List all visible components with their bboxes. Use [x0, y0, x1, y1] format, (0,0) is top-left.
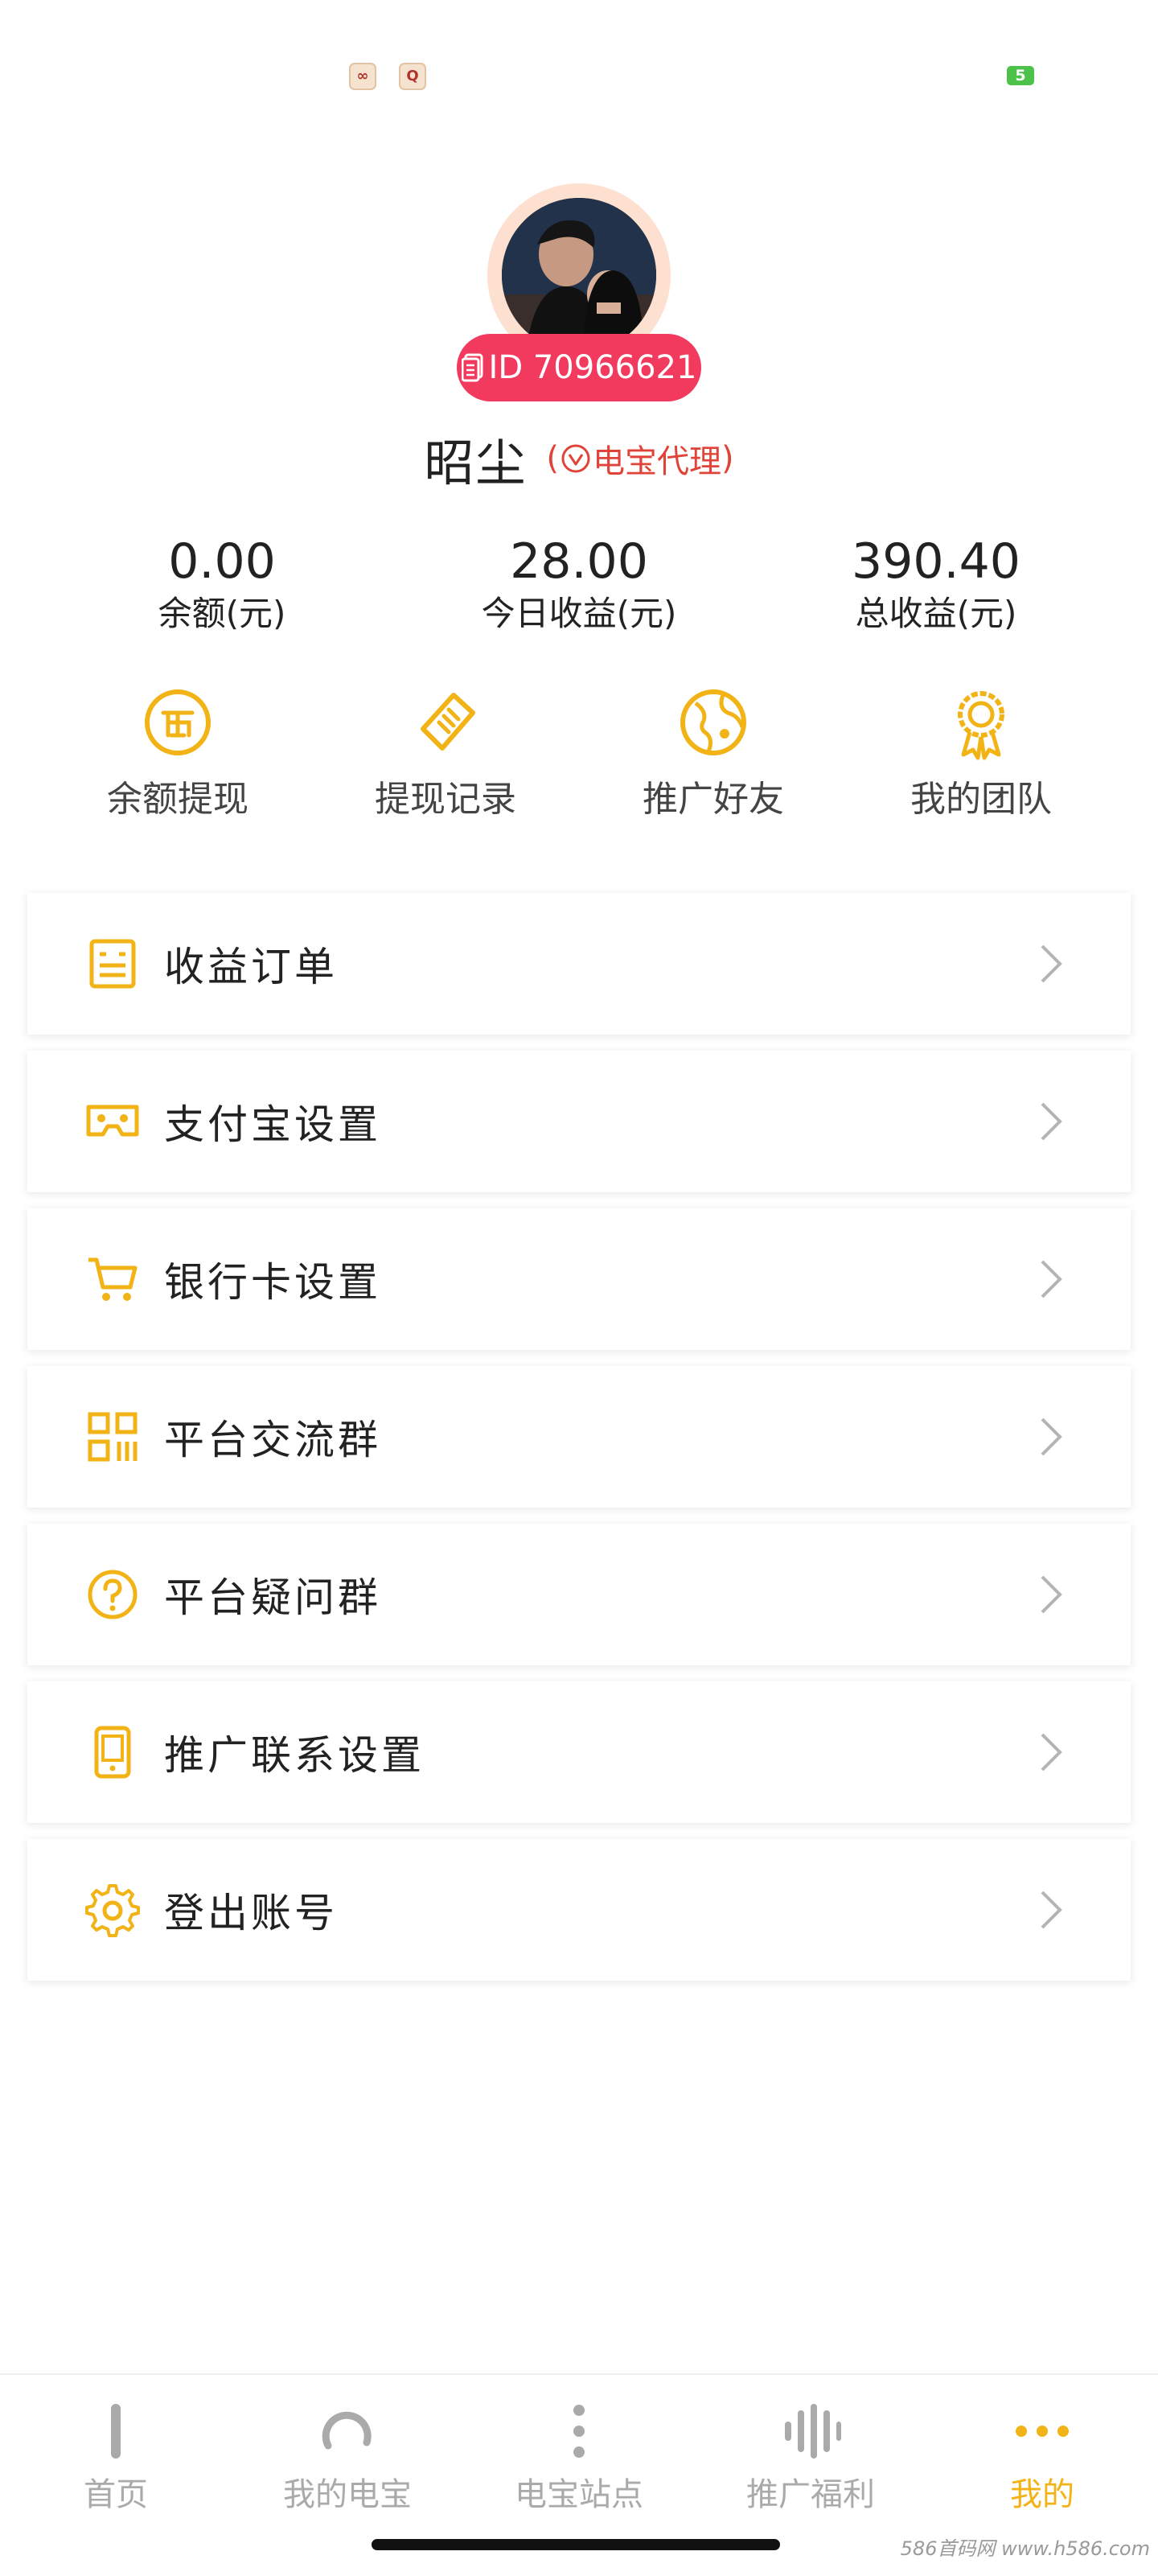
menu-label: 银行卡设置 — [164, 1259, 381, 1306]
document-icon — [461, 353, 483, 382]
stat-total-earnings[interactable]: 390.40 总收益(元) — [759, 531, 1113, 636]
home-indicator[interactable] — [372, 2539, 780, 2550]
menu-label: 支付宝设置 — [164, 1101, 381, 1148]
gear-icon — [85, 1884, 140, 1937]
user-id-text: ID 70966621 — [488, 349, 697, 386]
stat-today-earnings[interactable]: 28.00 今日收益(元) — [402, 531, 756, 636]
action-label: 提现记录 — [375, 779, 516, 820]
app-notification-icon: Q — [399, 63, 426, 90]
user-name: 昭尘 — [424, 434, 528, 492]
chevron-right-icon — [1041, 1733, 1062, 1772]
chevron-right-icon — [1041, 1260, 1062, 1298]
action-label: 余额提现 — [107, 779, 248, 820]
stat-label: 今日收益(元) — [481, 594, 677, 633]
bars-icon — [785, 2404, 841, 2459]
app-notification-icon: ∞ — [349, 63, 376, 90]
menu-label: 收益订单 — [164, 944, 338, 990]
chevron-right-icon — [1041, 1891, 1062, 1929]
stat-value: 390.40 — [852, 533, 1020, 590]
profile-name-row: 昭尘 ( 电宝代理 ) — [0, 418, 1158, 499]
nav-label: 我的电宝 — [283, 2476, 412, 2513]
menu-label: 登出账号 — [164, 1890, 338, 1936]
chevron-right-icon — [1041, 1575, 1062, 1614]
phone-icon — [94, 1726, 131, 1779]
ticket-icon — [421, 693, 475, 751]
nav-label: 推广福利 — [746, 2476, 875, 2513]
menu-label: 平台交流群 — [164, 1417, 381, 1463]
earnings-stats: 0.00 余额(元) 28.00 今日收益(元) 390.40 总收益(元) — [0, 531, 1158, 644]
menu-label: 推广联系设置 — [164, 1732, 425, 1779]
globe-icon — [680, 689, 746, 755]
nav-label: 电宝站点 — [515, 2476, 643, 2513]
nav-label: 我的 — [1010, 2476, 1074, 2513]
action-label: 推广好友 — [643, 779, 784, 820]
loading-arc-icon — [322, 2411, 372, 2450]
agent-tag-label: 电宝代理 — [593, 443, 721, 480]
menu-item-help-group[interactable]: 平台疑问群 — [27, 1524, 1131, 1665]
action-withdraw-records[interactable]: 提现记录 — [325, 684, 566, 822]
cart-icon — [88, 1257, 138, 1301]
menu-label: 平台疑问群 — [164, 1574, 381, 1621]
user-id-badge[interactable]: ID 70966621 — [457, 334, 701, 401]
stat-balance[interactable]: 0.00 余额(元) — [45, 531, 399, 636]
vertical-dots-icon — [573, 2405, 585, 2458]
home-bar-icon — [111, 2404, 121, 2459]
agent-tag: ( 电宝代理 ) — [546, 435, 733, 482]
stat-label: 总收益(元) — [855, 594, 1017, 633]
watermark: 586首码网 www.h586.com — [900, 2537, 1150, 2560]
badge-icon — [958, 691, 1004, 760]
order-list-icon — [89, 939, 136, 989]
quick-actions: 余额提现 提现记录 推广好友 我的团队 — [0, 684, 1158, 845]
avatar[interactable] — [502, 198, 656, 352]
agent-check-icon — [561, 444, 590, 473]
nav-item-promotion-benefits[interactable]: 推广福利 — [695, 2399, 926, 2515]
menu-item-bank-card-settings[interactable]: 银行卡设置 — [27, 1208, 1131, 1350]
wallet-icon — [86, 1105, 139, 1137]
chevron-right-icon — [1041, 1418, 1062, 1456]
horizontal-dots-icon — [1016, 2426, 1069, 2437]
action-withdraw[interactable]: 余额提现 — [57, 684, 298, 822]
stat-label: 余额(元) — [158, 594, 286, 633]
stat-value: 28.00 — [510, 533, 648, 590]
menu-item-logout[interactable]: 登出账号 — [27, 1839, 1131, 1981]
chevron-right-icon — [1041, 1102, 1062, 1141]
question-icon — [88, 1570, 138, 1619]
action-my-team[interactable]: 我的团队 — [860, 684, 1102, 822]
menu-item-alipay-settings[interactable]: 支付宝设置 — [27, 1051, 1131, 1192]
qrcode-icon — [88, 1412, 138, 1462]
chevron-right-icon — [1041, 944, 1062, 983]
action-label: 我的团队 — [910, 779, 1052, 820]
nav-item-home[interactable]: 首页 — [0, 2399, 232, 2515]
menu-item-community-group[interactable]: 平台交流群 — [27, 1366, 1131, 1508]
status-bar: ∞ Q 5 — [0, 0, 1158, 153]
nav-item-my-powerbank[interactable]: 我的电宝 — [232, 2399, 463, 2515]
battery-icon: 5 — [1007, 66, 1034, 85]
coin-icon — [145, 689, 211, 755]
nav-item-stations[interactable]: 电宝站点 — [463, 2399, 695, 2515]
nav-item-mine[interactable]: 我的 — [926, 2399, 1158, 2515]
nav-label: 首页 — [84, 2476, 148, 2513]
menu-item-promotion-contact[interactable]: 推广联系设置 — [27, 1681, 1131, 1823]
action-invite-friends[interactable]: 推广好友 — [593, 684, 834, 822]
stat-value: 0.00 — [168, 533, 276, 590]
menu-item-earnings-orders[interactable]: 收益订单 — [27, 893, 1131, 1035]
